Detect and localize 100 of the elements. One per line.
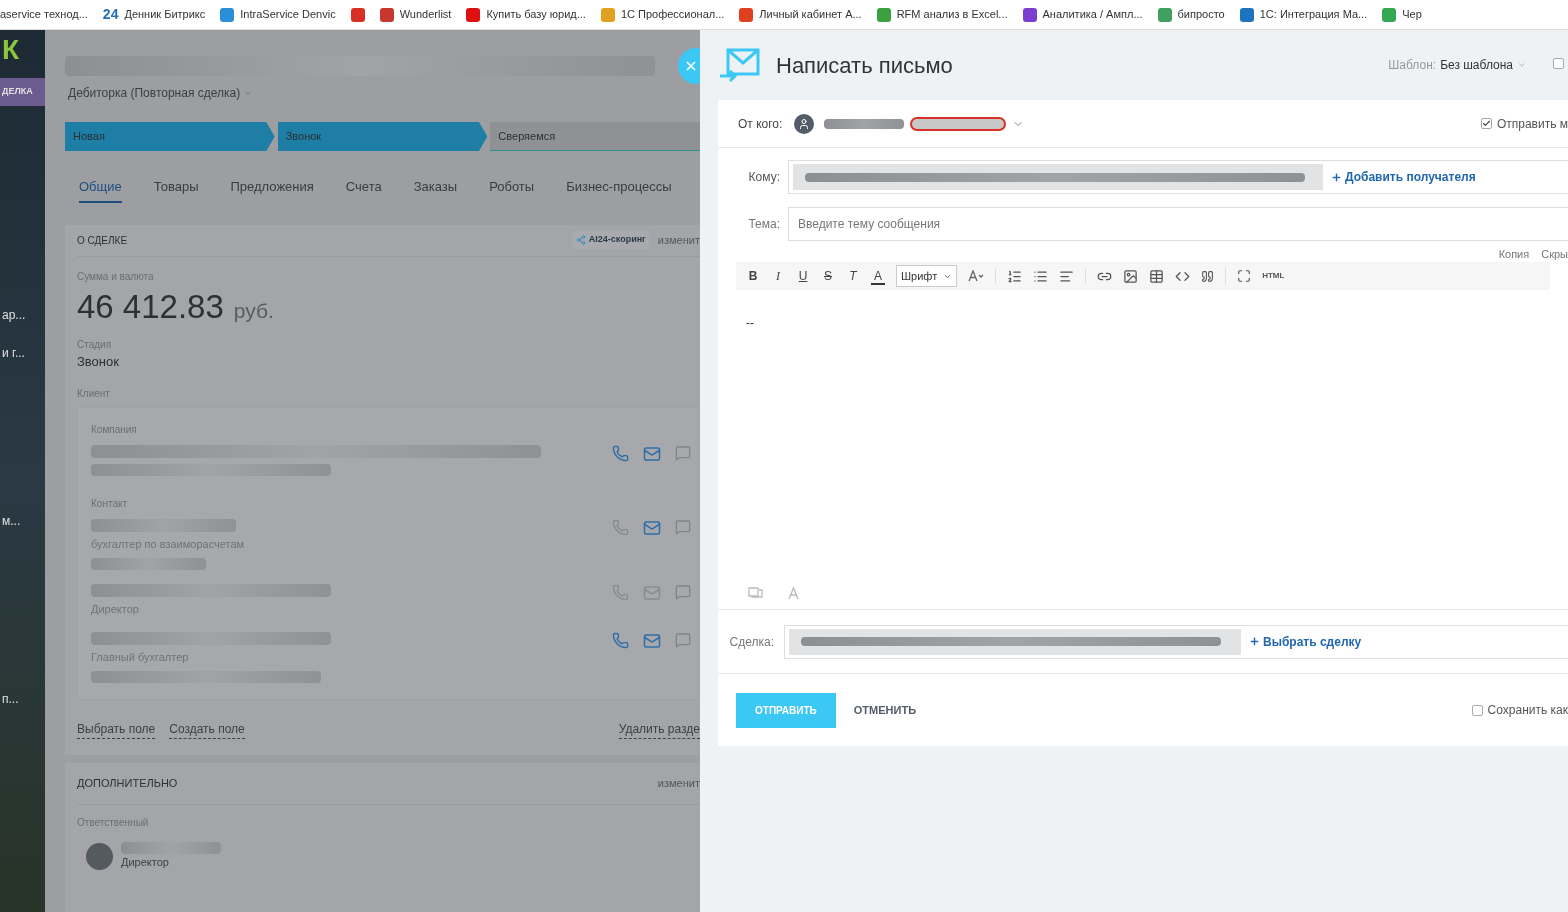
mail-icon[interactable] — [643, 631, 661, 650]
attachment-icon[interactable] — [748, 586, 764, 599]
format-button[interactable]: I — [771, 267, 785, 285]
subject-label: Тема: — [747, 216, 781, 233]
recipient-field[interactable]: Добавить получателя — [788, 160, 1568, 194]
field-link[interactable]: Создать поле — [169, 720, 245, 739]
cc-link[interactable]: Копия — [1498, 246, 1530, 260]
section-title: ДОПОЛНИТЕЛЬНО — [77, 776, 178, 792]
favicon-icon[interactable] — [350, 7, 365, 22]
caret-icon — [1517, 60, 1527, 70]
template-select[interactable]: Без шаблона — [1440, 56, 1527, 74]
align-icon[interactable] — [1059, 268, 1075, 284]
bookmark[interactable]: Чер — [1402, 6, 1422, 23]
font-size-icon[interactable] — [968, 270, 985, 282]
format-button[interactable]: S — [821, 267, 835, 285]
tab[interactable]: Роботы — [489, 177, 535, 203]
nodes-icon — [575, 235, 586, 245]
html-button[interactable]: HTML — [1262, 270, 1285, 282]
quote-icon[interactable] — [1201, 269, 1215, 283]
tab[interactable]: Предложения — [230, 177, 314, 203]
bookmark[interactable]: RFM анализ в Excel... — [896, 6, 1008, 23]
responsible-role: Директор — [121, 855, 170, 870]
favicon-icon[interactable] — [876, 7, 891, 22]
bookmark[interactable]: Личный кабинет А... — [759, 6, 862, 23]
subject-field[interactable]: Введите тему сообщения — [788, 207, 1568, 241]
field-label: Контакт — [91, 496, 128, 511]
send-copy-label: Отправить м — [1496, 115, 1568, 133]
tab[interactable]: Заказы — [413, 177, 458, 203]
favicon-icon[interactable] — [1022, 7, 1037, 22]
bookmark[interactable]: Купить базу юрид... — [486, 6, 586, 23]
bullet-list-icon[interactable] — [1033, 268, 1049, 284]
checkbox[interactable] — [1471, 704, 1483, 716]
template-label: Шаблон: — [1388, 57, 1437, 74]
to-label: Кому: — [747, 169, 781, 186]
format-button[interactable]: T — [846, 267, 860, 285]
tab[interactable]: Бизнес-процессы — [566, 177, 672, 203]
phone-icon[interactable] — [612, 631, 629, 649]
checkbox[interactable] — [1480, 118, 1492, 129]
checkbox[interactable] — [1553, 58, 1564, 69]
from-label: От кого: — [738, 115, 783, 133]
favicon-icon[interactable] — [1239, 7, 1254, 22]
sidebar-item[interactable]: ар... — [2, 306, 45, 324]
bookmark[interactable]: Денник Битрикс — [124, 6, 206, 23]
tab[interactable]: Счета — [345, 177, 382, 203]
image-icon[interactable] — [1123, 268, 1139, 284]
favicon-icon[interactable] — [739, 7, 754, 22]
text-color-button[interactable]: A — [871, 267, 885, 285]
add-recipient-link[interactable]: Добавить получателя — [1331, 168, 1476, 186]
plus-icon — [1249, 636, 1260, 647]
mail-icon — [720, 48, 760, 82]
bookmark[interactable]: бипросто — [1177, 6, 1225, 23]
avatar — [86, 842, 113, 870]
bookmark-favicon[interactable]: 24 — [102, 4, 119, 25]
save-template-label: Сохранить как — [1487, 702, 1568, 719]
deal-field[interactable]: Выбрать сделку — [784, 624, 1568, 659]
field-link[interactable]: Выбрать поле — [77, 720, 156, 739]
favicon-icon[interactable] — [220, 7, 235, 22]
choose-deal-link[interactable]: Выбрать сделку — [1249, 632, 1362, 651]
favicon-icon[interactable] — [379, 7, 394, 22]
deal-currency: руб. — [233, 297, 274, 324]
mail-icon[interactable] — [643, 518, 661, 537]
cancel-button[interactable]: ОТМЕНИТЬ — [853, 701, 917, 719]
bcc-link[interactable]: Скры — [1541, 246, 1568, 260]
table-icon[interactable] — [1149, 268, 1165, 284]
favicon-icon[interactable] — [466, 7, 481, 22]
bookmark[interactable]: aservice технод... — [0, 6, 88, 23]
plus-icon — [1331, 171, 1342, 183]
caret-icon — [243, 88, 254, 98]
scoring-button[interactable]: AI24-скоринг — [571, 231, 650, 249]
favicon-icon[interactable] — [1157, 7, 1172, 22]
format-button[interactable]: B — [746, 267, 760, 285]
sidebar-item[interactable]: п... — [2, 690, 45, 708]
bookmark[interactable]: 1С Профессионал... — [620, 6, 725, 23]
deal-amount: 46 412.83 — [77, 286, 224, 327]
window-title: Написать письмо — [776, 51, 953, 80]
avatar — [794, 113, 815, 134]
text-format-icon[interactable] — [788, 586, 799, 599]
close-icon — [684, 59, 698, 73]
deal-category[interactable]: Дебиторка (Повторная сделка) — [68, 84, 241, 102]
favicon-icon[interactable] — [1382, 7, 1397, 22]
font-select[interactable]: Шрифт — [896, 265, 958, 287]
stage-step[interactable]: Сверяемся — [490, 122, 700, 151]
sidebar-item[interactable]: и г... — [2, 344, 45, 362]
deal-label: Сделка: — [728, 633, 775, 651]
field-value: Звонок — [77, 353, 120, 371]
section-title: О СДЕЛКЕ — [77, 233, 128, 248]
sidebar-badge[interactable]: ДЕЛКА — [0, 78, 45, 106]
message-body[interactable]: -- — [718, 290, 1568, 580]
bookmark[interactable]: IntraService Denvic — [240, 6, 336, 23]
format-button[interactable]: U — [796, 267, 810, 285]
phone-icon[interactable] — [612, 444, 629, 462]
bookmark[interactable]: Wunderlist — [399, 6, 452, 23]
tab[interactable]: Товары — [153, 177, 199, 203]
sidebar-item[interactable]: м... — [2, 512, 45, 530]
logo: К — [2, 36, 21, 64]
numbered-list-icon[interactable] — [1007, 268, 1023, 284]
fullscreen-icon[interactable] — [1237, 269, 1252, 283]
bookmark[interactable]: Аналитика / Ампл... — [1042, 6, 1143, 23]
mail-icon[interactable] — [643, 444, 661, 463]
bookmark[interactable]: 1С: Интеграция Ма... — [1259, 6, 1368, 23]
